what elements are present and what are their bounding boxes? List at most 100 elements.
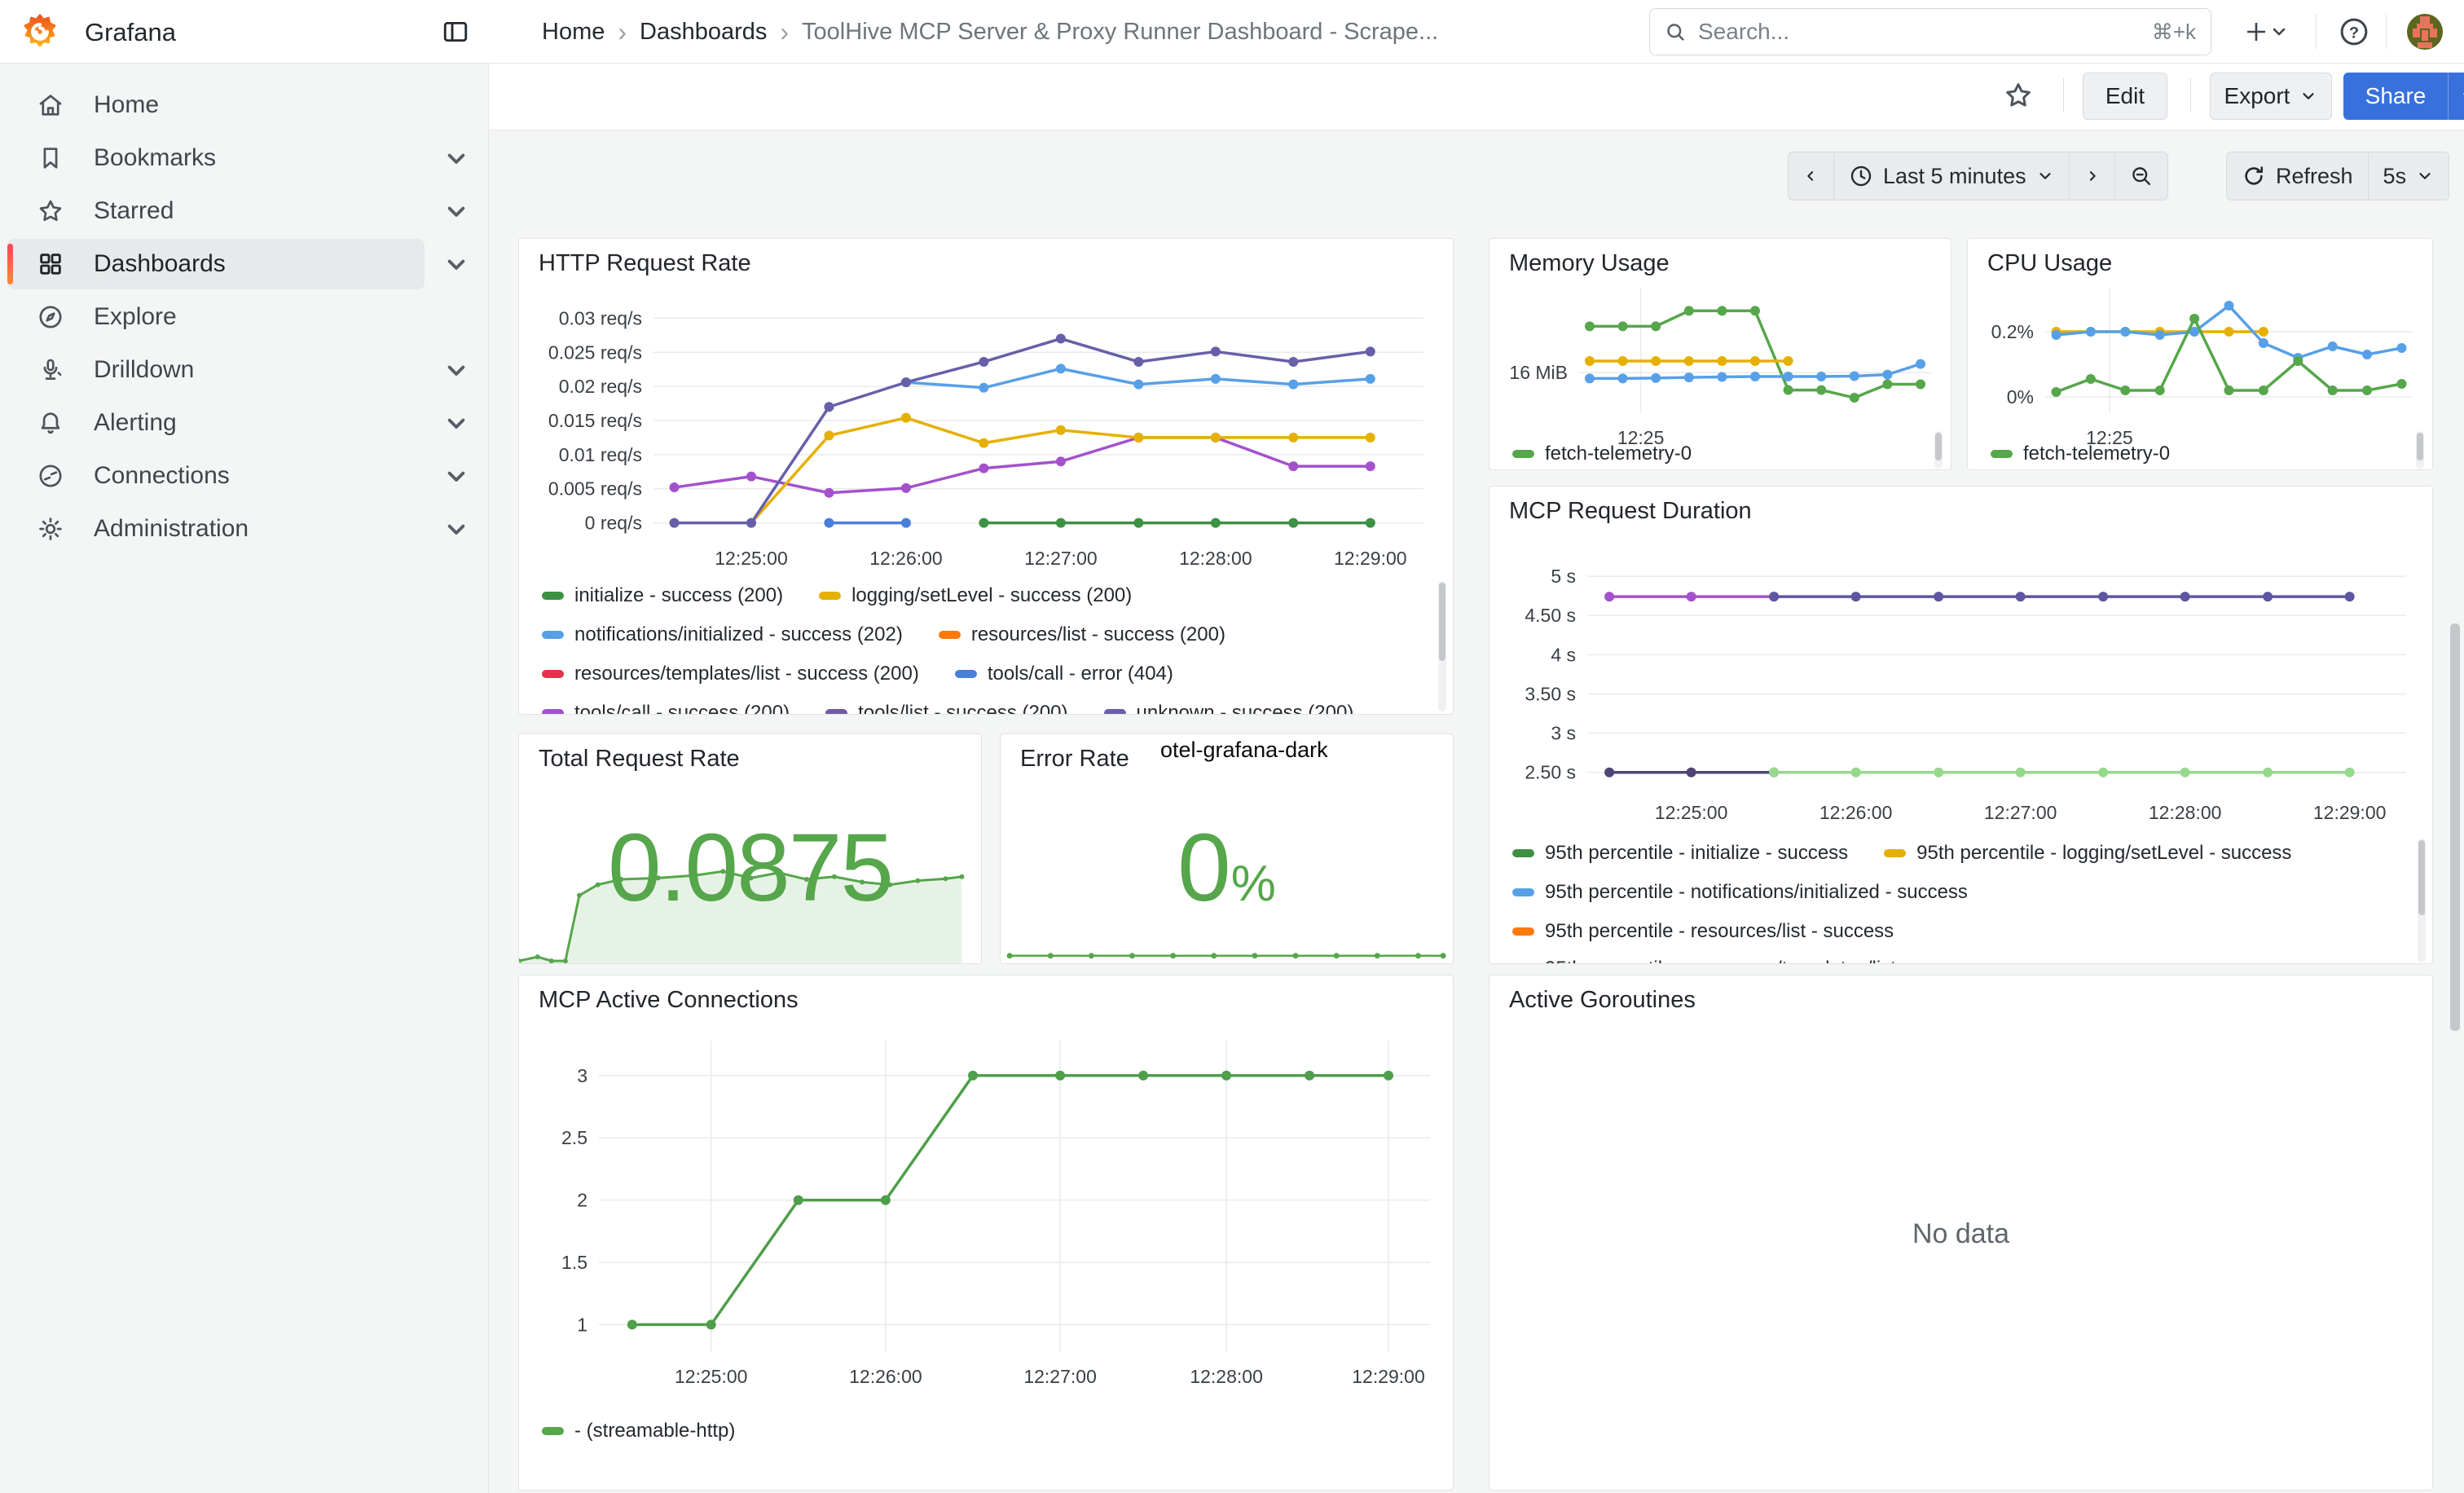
legend-scrollbar-thumb[interactable] xyxy=(1935,433,1942,460)
chevron-down-icon[interactable] xyxy=(440,513,473,545)
chevron-down-icon[interactable] xyxy=(440,354,473,386)
toolbar-divider xyxy=(2063,78,2064,112)
chevron-down-icon[interactable] xyxy=(440,248,473,280)
chevron-down-icon[interactable] xyxy=(440,195,473,227)
http-request-rate-chart[interactable]: 0 req/s0.005 req/s0.01 req/s0.015 req/s0… xyxy=(527,284,1440,575)
legend-item[interactable]: tools/call - error (404) xyxy=(955,663,1173,685)
refresh-interval-picker[interactable]: 5s xyxy=(2369,152,2449,200)
search-input[interactable]: Search... ⌘+k xyxy=(1649,8,2211,55)
share-button[interactable]: Share xyxy=(2343,73,2448,120)
panel-title[interactable]: Memory Usage xyxy=(1509,250,1670,277)
panel-title[interactable]: MCP Active Connections xyxy=(539,987,799,1014)
sidebar-item-home[interactable]: Home xyxy=(7,80,425,130)
panel-title[interactable]: Error Rate xyxy=(1020,746,1129,773)
panel-active-goroutines: Active Goroutines No data xyxy=(1489,975,2433,1491)
question-circle-icon: ? xyxy=(2339,16,2369,47)
legend-scrollbar-thumb[interactable] xyxy=(1439,583,1445,661)
legend-item[interactable]: 95th percentile - initialize - success xyxy=(1512,842,1848,865)
add-new-button[interactable] xyxy=(2231,0,2301,64)
legend-item[interactable]: unknown - success (200) xyxy=(1104,702,1354,715)
legend-row: fetch-telemetry-0 xyxy=(1512,443,1692,465)
legend-item[interactable]: logging/setLevel - success (200) xyxy=(819,584,1132,607)
favorite-star-icon[interactable] xyxy=(2003,80,2034,111)
export-button[interactable]: Export xyxy=(2210,73,2332,120)
sidebar-item-bookmarks[interactable]: Bookmarks xyxy=(7,133,425,183)
legend-scrollbar-thumb[interactable] xyxy=(2417,433,2423,460)
legend-row: fetch-telemetry-0 xyxy=(1991,443,2170,465)
grafana-logo-icon[interactable] xyxy=(21,13,59,51)
header-divider xyxy=(2386,15,2387,49)
page-scrollbar-thumb[interactable] xyxy=(2450,623,2460,1031)
chevron-down-icon[interactable] xyxy=(440,407,473,439)
panel-title[interactable]: Total Request Rate xyxy=(539,746,740,773)
sidebar-item-administration[interactable]: Administration xyxy=(7,504,425,554)
refresh-icon xyxy=(2242,164,2266,188)
legend-item[interactable]: tools/list - success (200) xyxy=(825,702,1067,715)
time-range-picker[interactable]: Last 5 minutes xyxy=(1834,152,2070,200)
legend-scrollbar-thumb[interactable] xyxy=(2418,840,2425,915)
datasource-tooltip: otel-grafana-dark xyxy=(1160,738,1328,763)
svg-text:0.01 req/s: 0.01 req/s xyxy=(559,444,642,465)
cpu-usage-chart[interactable]: 0.2%0%12:25 xyxy=(1976,276,2426,449)
edit-button[interactable]: Edit xyxy=(2083,73,2167,120)
sidebar-item-label: Alerting xyxy=(94,409,177,437)
svg-text:0.025 req/s: 0.025 req/s xyxy=(548,341,642,363)
panel-title[interactable]: HTTP Request Rate xyxy=(539,250,751,277)
sidebar-item-connections[interactable]: Connections xyxy=(7,451,425,501)
time-range-controls: Last 5 minutes xyxy=(1788,152,2168,200)
svg-text:4.50 s: 4.50 s xyxy=(1525,605,1576,626)
svg-text:12:25:00: 12:25:00 xyxy=(715,548,788,569)
help-button[interactable]: ? xyxy=(2327,0,2381,64)
panel-title[interactable]: MCP Request Duration xyxy=(1509,498,1752,525)
mcp-request-duration-chart[interactable]: 5 s4.50 s4 s3.50 s3 s2.50 s12:25:0012:26… xyxy=(1498,532,2426,834)
svg-text:0 req/s: 0 req/s xyxy=(585,513,642,534)
legend-item[interactable]: 95th percentile - resources/templates/li… xyxy=(1512,958,1984,964)
sidebar-item-dashboards[interactable]: Dashboards xyxy=(7,239,425,289)
svg-text:0.02 req/s: 0.02 req/s xyxy=(559,376,642,397)
svg-text:12:28:00: 12:28:00 xyxy=(1179,548,1252,569)
sidebar-item-starred[interactable]: Starred xyxy=(7,186,425,236)
refresh-controls: Refresh 5s xyxy=(2226,152,2449,200)
chevron-left-icon xyxy=(1803,167,1819,185)
memory-usage-chart[interactable]: 16 MiB12:25 xyxy=(1498,276,1944,449)
sidebar-item-alerting[interactable]: Alerting xyxy=(7,398,425,448)
panel-title[interactable]: CPU Usage xyxy=(1987,250,2112,277)
legend-item[interactable]: 95th percentile - logging/setLevel - suc… xyxy=(1884,842,2291,865)
time-shift-back-button[interactable] xyxy=(1789,152,1834,200)
legend-item[interactable]: 95th percentile - notifications/initiali… xyxy=(1512,881,1968,904)
legend-item[interactable]: fetch-telemetry-0 xyxy=(1512,443,1692,465)
legend-row: 95th percentile - notifications/initiali… xyxy=(1512,881,1968,904)
legend-item[interactable]: 95th percentile - resources/list - succe… xyxy=(1512,920,1894,943)
time-shift-forward-button[interactable] xyxy=(2070,152,2115,200)
header-divider xyxy=(2316,15,2317,49)
chevron-down-icon[interactable] xyxy=(440,460,473,492)
svg-text:0.005 req/s: 0.005 req/s xyxy=(548,478,642,500)
legend-item[interactable]: resources/list - success (200) xyxy=(939,623,1225,646)
breadcrumb-dashboards[interactable]: Dashboards xyxy=(640,19,767,46)
svg-text:2: 2 xyxy=(577,1190,587,1211)
legend-item[interactable]: - (streamable-http) xyxy=(542,1420,735,1442)
svg-text:0.03 req/s: 0.03 req/s xyxy=(559,307,642,328)
panel-http-request-rate: HTTP Request Rate 0 req/s 0.005 req/s 0.01… xyxy=(518,238,1454,715)
legend-item[interactable]: resources/templates/list - success (200) xyxy=(542,663,919,685)
share-menu-button[interactable] xyxy=(2448,73,2464,120)
dashboard-toolbar: Edit Export Share xyxy=(489,64,2464,130)
legend-item[interactable]: tools/call - success (200) xyxy=(542,702,790,715)
refresh-button[interactable]: Refresh xyxy=(2227,152,2369,200)
user-avatar[interactable] xyxy=(2399,0,2451,64)
breadcrumb-home[interactable]: Home xyxy=(542,19,605,46)
toolbar-divider xyxy=(2190,78,2191,112)
bookmark-icon xyxy=(37,144,64,172)
svg-text:12:27:00: 12:27:00 xyxy=(1023,1366,1097,1387)
search-placeholder: Search... xyxy=(1698,19,2141,45)
mcp-active-connections-chart[interactable]: 11.522.5312:25:0012:26:0012:27:0012:28:0… xyxy=(527,1024,1446,1399)
legend-item[interactable]: fetch-telemetry-0 xyxy=(1991,443,2170,465)
panel-title[interactable]: Active Goroutines xyxy=(1509,987,1696,1014)
sidebar-item-drilldown[interactable]: Drilldown xyxy=(7,345,425,395)
zoom-out-button[interactable] xyxy=(2115,152,2167,200)
chevron-down-icon[interactable] xyxy=(440,142,473,174)
legend-item[interactable]: notifications/initialized - success (202… xyxy=(542,623,903,646)
dock-sidebar-icon[interactable] xyxy=(442,18,469,46)
sidebar-item-explore[interactable]: Explore xyxy=(7,292,425,342)
legend-item[interactable]: initialize - success (200) xyxy=(542,584,783,607)
